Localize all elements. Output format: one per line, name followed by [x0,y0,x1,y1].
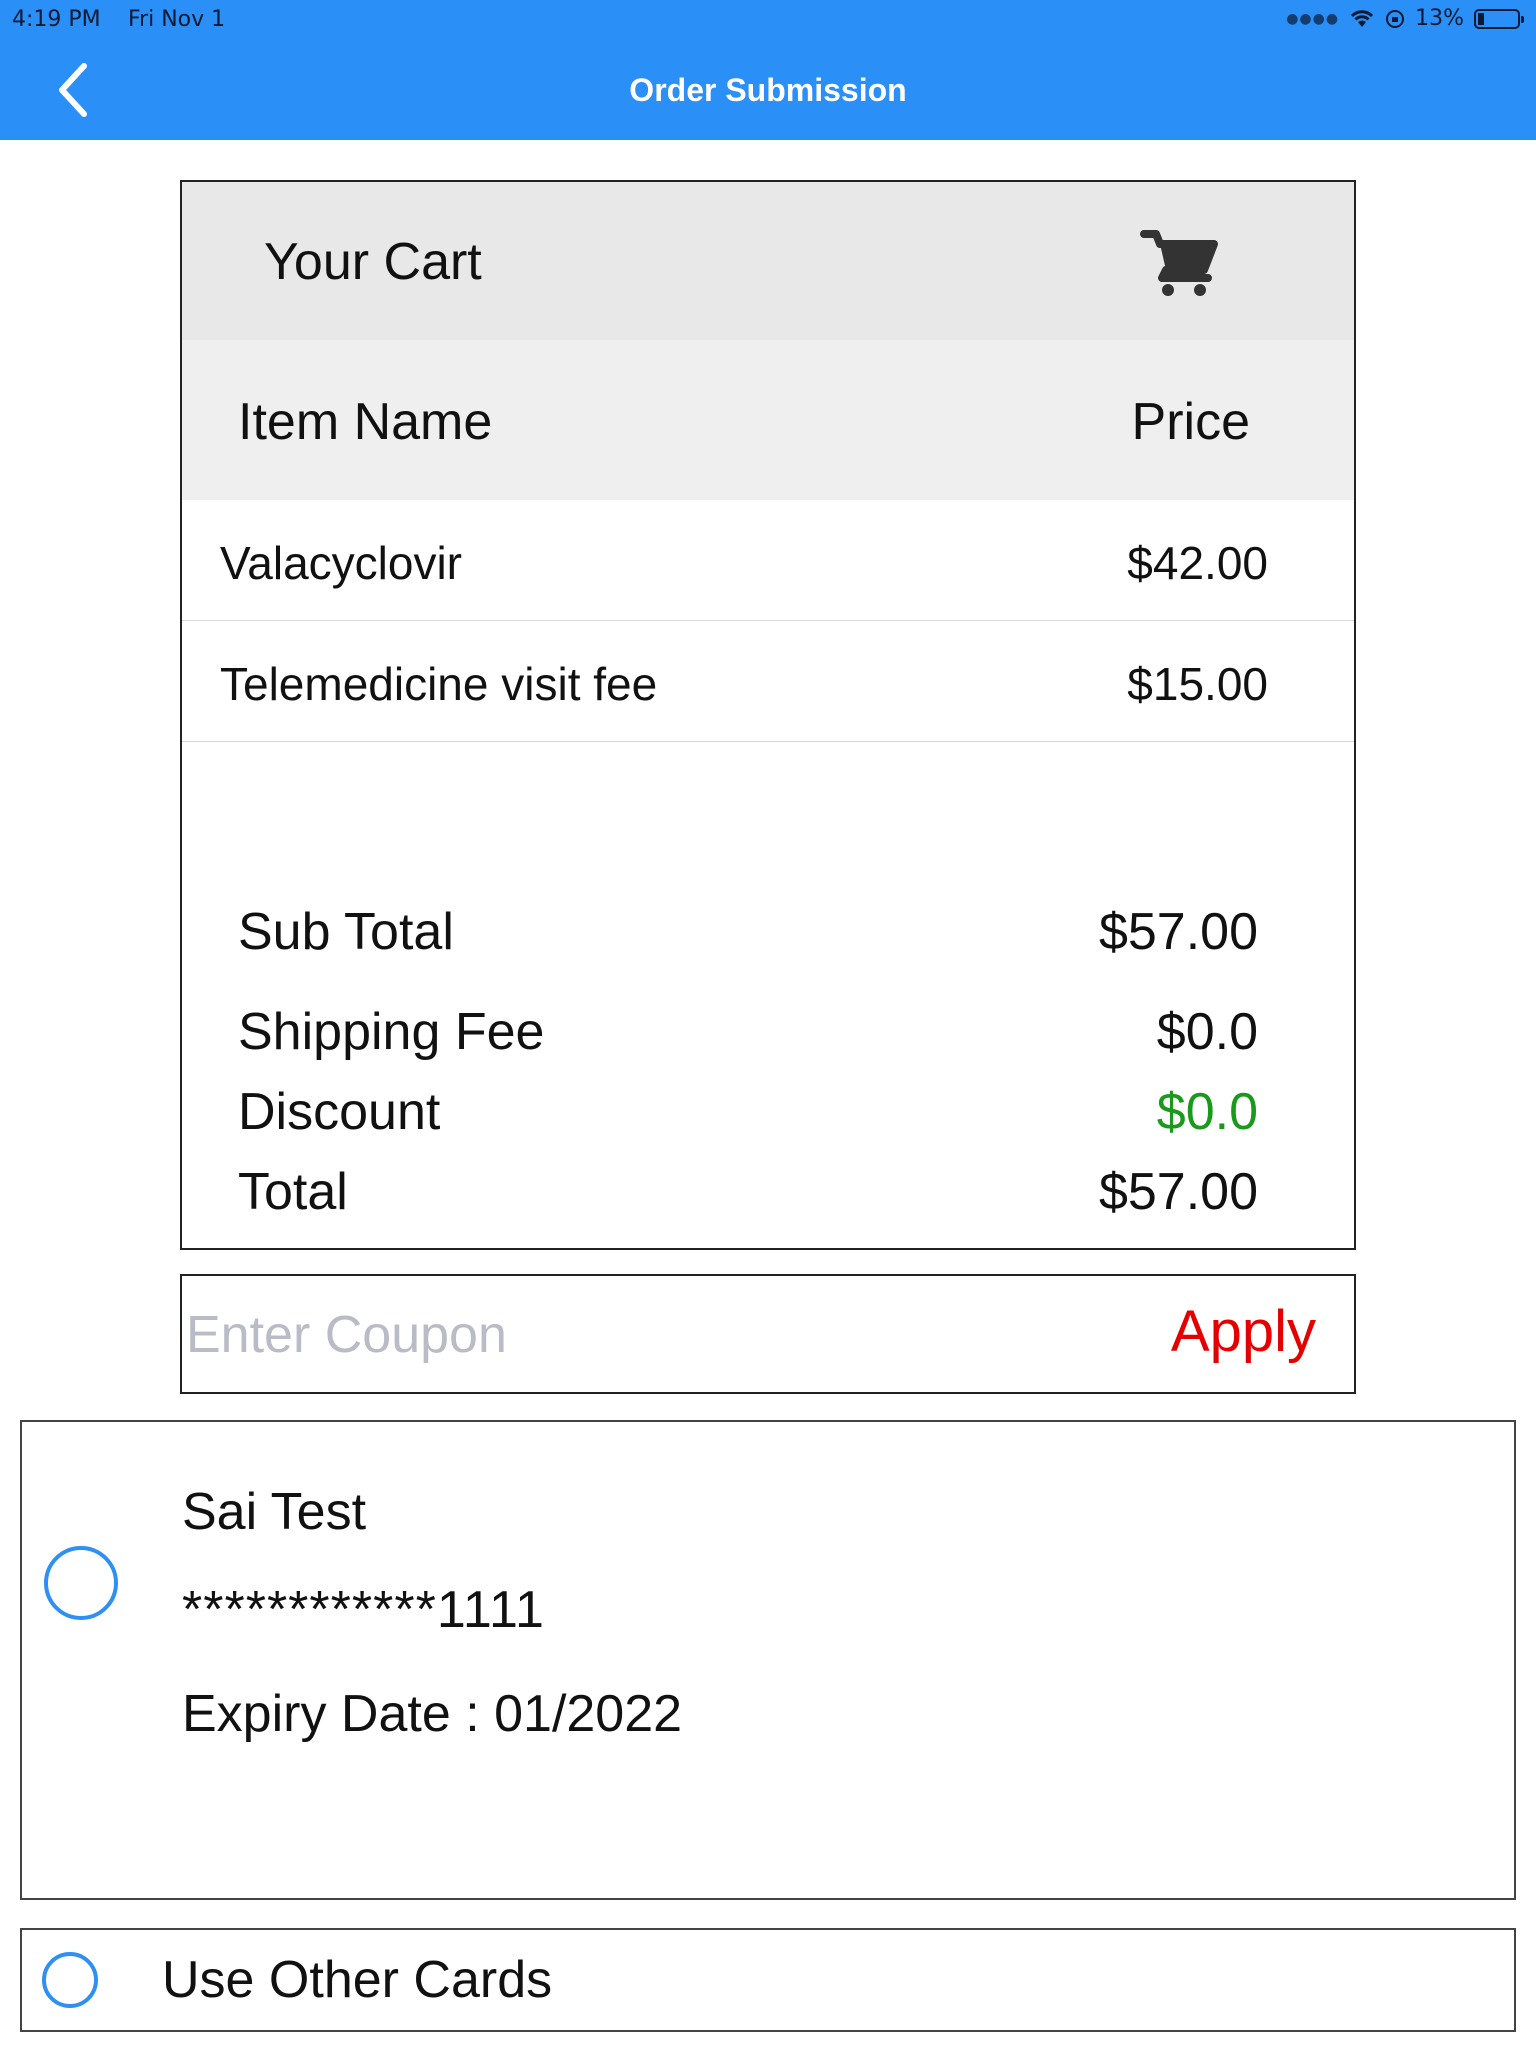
status-indicators: ●●●● 13% [1286,6,1524,31]
battery-icon [1474,8,1524,29]
cart-panel: Your Cart Item Name Price Valacyclovir $… [180,180,1356,1250]
nav-bar: Order Submission [0,40,1536,140]
wifi-icon [1351,9,1374,27]
total-value: $57.00 [1098,1163,1258,1221]
saved-card-option[interactable]: Sai Test ************1111 Expiry Date : … [20,1420,1516,1900]
use-other-cards-option[interactable]: Use Other Cards [20,1928,1516,2032]
subtotal-value: $57.00 [1098,903,1258,961]
shipping-value: $0.0 [1156,1003,1258,1061]
item-name: Valacyclovir [220,537,462,589]
shipping-label: Shipping Fee [238,1003,545,1061]
total-label: Total [238,1163,348,1221]
other-cards-label: Use Other Cards [162,1951,553,2009]
list-item: Valacyclovir $42.00 [182,500,1354,621]
coupon-box: Apply [180,1274,1356,1394]
item-price: $15.00 [1127,658,1268,710]
column-item-name: Item Name [238,393,493,451]
cart-columns-header: Item Name Price [182,340,1354,500]
discount-value: $0.0 [1156,1083,1258,1141]
cart-icon [1140,230,1218,296]
page-title: Order Submission [629,72,907,108]
card-expiry: Expiry Date : 01/2022 [182,1685,683,1743]
battery-percent: 13% [1415,6,1464,31]
status-bar: 4:19 PM Fri Nov 1 ●●●● 13% [0,0,1536,40]
list-item: Telemedicine visit fee $15.00 [182,621,1354,742]
coupon-input[interactable] [184,1294,1048,1376]
card-holder-name: Sai Test [182,1483,367,1541]
column-price: Price [1131,393,1250,451]
shipping-row: Shipping Fee $0.0 [182,1002,1354,1082]
orientation-lock-icon [1386,9,1405,28]
order-summary: Sub Total $57.00 Shipping Fee $0.0 Disco… [182,902,1354,1242]
item-price: $42.00 [1127,537,1268,589]
subtotal-row: Sub Total $57.00 [182,902,1354,1002]
item-name: Telemedicine visit fee [220,658,658,710]
signal-dots-icon: ●●●● [1286,10,1340,27]
status-date: Fri Nov 1 [128,7,226,32]
status-time: 4:19 PM [12,7,101,32]
discount-row: Discount $0.0 [182,1082,1354,1162]
cart-header: Your Cart [182,182,1354,340]
discount-label: Discount [238,1083,441,1141]
apply-coupon-button[interactable]: Apply [1171,1298,1316,1365]
total-row: Total $57.00 [182,1162,1354,1242]
saved-card-radio[interactable] [44,1546,118,1620]
subtotal-label: Sub Total [238,903,454,961]
cart-title: Your Cart [264,233,482,291]
card-number: ************1111 [182,1581,545,1639]
other-cards-radio[interactable] [42,1952,98,2008]
